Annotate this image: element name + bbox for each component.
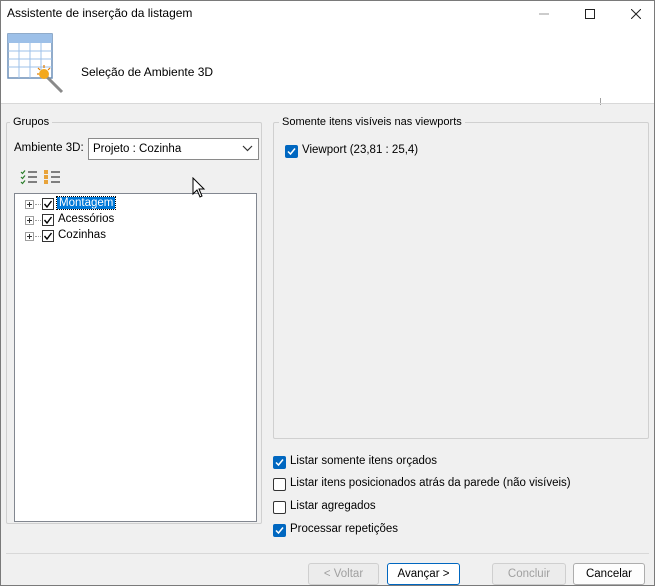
close-icon [631, 8, 641, 19]
cancel-button[interactable]: Cancelar [573, 563, 645, 585]
ambiente-select-value: Projeto : Cozinha [93, 143, 182, 155]
chevron-down-icon [242, 145, 253, 152]
next-button[interactable]: Avançar > [387, 563, 460, 585]
groups-tree[interactable]: Montagem Acessórios Cozinhas [14, 193, 257, 522]
wizard-window: Assistente de inserção da listagem Seleç… [0, 0, 655, 586]
maximize-icon [585, 8, 595, 19]
tree-checkbox[interactable] [42, 214, 54, 226]
option-label-atras-parede: Listar itens posicionados atrás da pared… [290, 477, 571, 489]
checkmark-icon [43, 216, 53, 225]
list-table-icon [7, 33, 64, 94]
checkmark-icon [43, 232, 53, 241]
tree-toolbar [13, 166, 259, 188]
header-separator [1, 103, 654, 104]
option-checkbox-repeticoes[interactable] [273, 524, 286, 537]
checklist-icon [20, 170, 37, 185]
option-checkbox-atras-parede[interactable] [273, 478, 286, 491]
groups-label: Grupos [10, 116, 53, 128]
mouse-cursor-icon [192, 177, 206, 198]
viewport-checkbox[interactable] [285, 145, 298, 158]
ambiente-label: Ambiente 3D: [14, 142, 84, 154]
expand-icon[interactable] [25, 200, 34, 209]
tree-item-label: Cozinhas [58, 229, 106, 241]
ambiente-select[interactable]: Projeto : Cozinha [88, 138, 259, 160]
option-checkbox-orcados[interactable] [273, 456, 286, 469]
minimize-button[interactable] [521, 1, 567, 26]
checkmark-icon [275, 459, 284, 467]
tree-item-label: Montagem [55, 196, 117, 210]
maximize-button[interactable] [567, 1, 613, 26]
expand-icon[interactable] [25, 216, 34, 225]
option-label-agregados: Listar agregados [290, 500, 376, 512]
window-title: Assistente de inserção da listagem [7, 6, 193, 20]
finish-button[interactable]: Concluir [492, 563, 566, 585]
checkmark-icon [275, 527, 284, 535]
tree-checkbox[interactable] [42, 198, 54, 210]
wizard-header: Seleção de Ambiente 3D [1, 26, 654, 105]
expand-icon[interactable] [25, 232, 34, 241]
tree-item-label: Acessórios [58, 213, 115, 225]
option-checkbox-agregados[interactable] [273, 501, 286, 514]
checkmark-icon [287, 148, 296, 156]
tree-checkbox[interactable] [42, 230, 54, 242]
check-all-button[interactable] [19, 167, 39, 187]
checkmark-icon [43, 200, 53, 209]
page-title: Seleção de Ambiente 3D [81, 65, 214, 79]
viewports-panel [273, 122, 649, 439]
uncheck-all-button[interactable] [42, 167, 62, 187]
title-bar: Assistente de inserção da listagem [1, 1, 654, 26]
back-button[interactable]: < Voltar [308, 563, 379, 585]
close-button[interactable] [613, 1, 655, 26]
list-icon [44, 170, 60, 184]
viewport-label: Viewport (23,81 : 25,4) [302, 144, 419, 156]
footer-separator [6, 553, 649, 554]
minimize-icon [539, 13, 549, 14]
option-label-repeticoes: Processar repetições [290, 523, 399, 535]
option-label-orcados: Listar somente itens orçados [290, 455, 438, 467]
viewports-label: Somente itens visíveis nas viewports [279, 116, 465, 128]
